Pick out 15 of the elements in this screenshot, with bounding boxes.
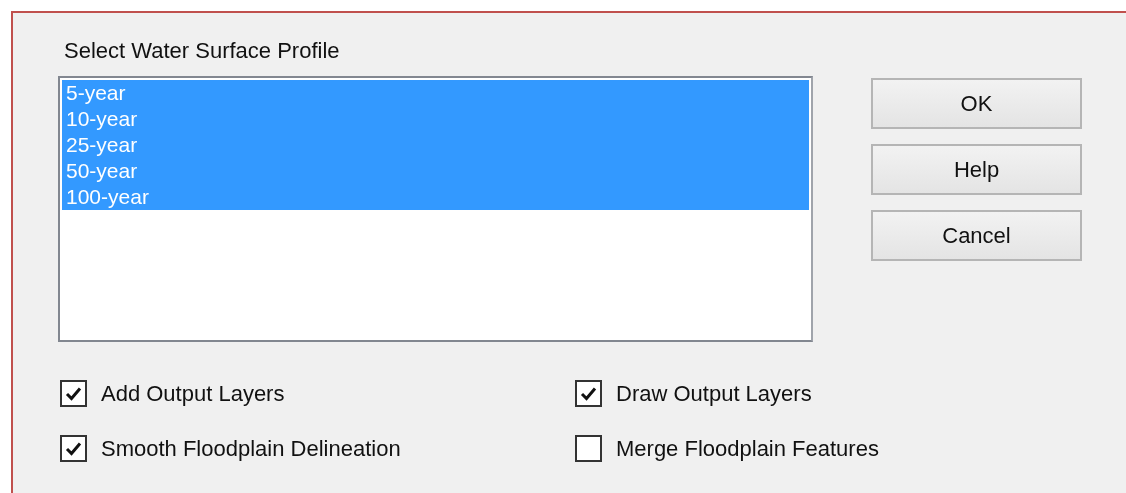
checkbox-label[interactable]: Merge Floodplain Features	[616, 435, 879, 462]
dialog-button[interactable]: Help	[871, 144, 1082, 195]
checkbox-label[interactable]: Add Output Layers	[101, 380, 285, 407]
checkbox-label[interactable]: Smooth Floodplain Delineation	[101, 435, 401, 462]
dialog-heading: Select Water Surface Profile	[64, 38, 340, 64]
checkbox[interactable]	[60, 380, 87, 407]
checkmark-icon	[580, 386, 597, 401]
checkbox[interactable]	[60, 435, 87, 462]
checkbox-label[interactable]: Draw Output Layers	[616, 380, 812, 407]
checkmark-icon	[65, 386, 82, 401]
dialog-button[interactable]: Cancel	[871, 210, 1082, 261]
checkbox[interactable]	[575, 435, 602, 462]
dialog-button[interactable]: OK	[871, 78, 1082, 129]
checkbox[interactable]	[575, 380, 602, 407]
checkmark-icon	[65, 441, 82, 456]
